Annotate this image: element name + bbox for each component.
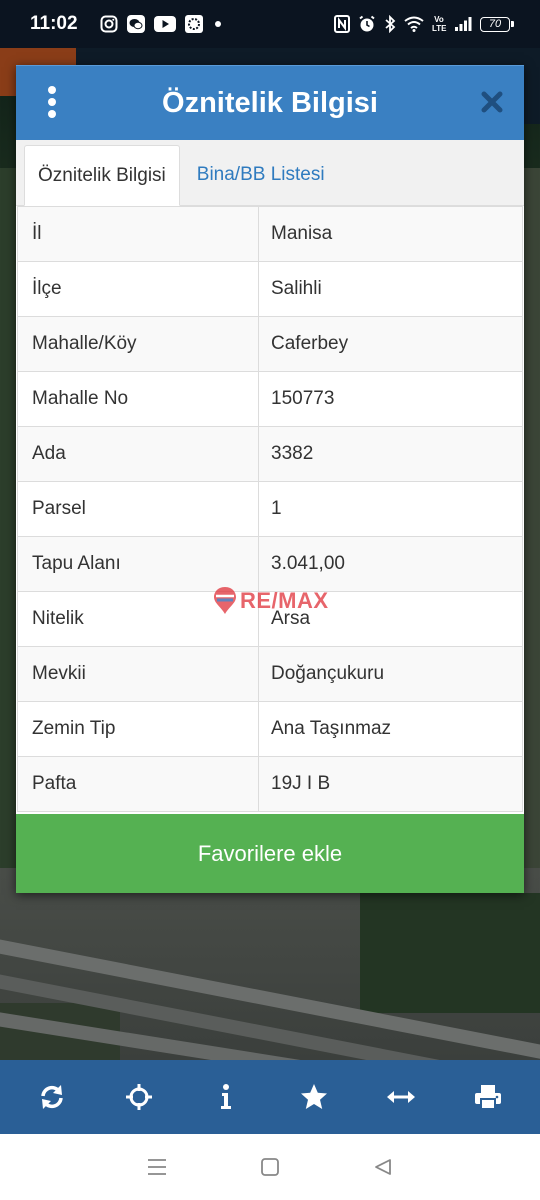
more-dot — [48, 98, 56, 106]
table-row: Mevkii Doğançukuru — [17, 646, 523, 702]
attribute-key: İl — [17, 206, 259, 262]
attribute-table: İl Manisa İlçe Salihli Mahalle/Köy Caferbey Ma… — [17, 206, 523, 812]
attribute-key: Parsel — [17, 481, 259, 537]
attribute-key: Mahalle/Köy — [17, 316, 259, 372]
network-type-label: Vo LTE — [432, 15, 447, 33]
signal-icon — [455, 17, 472, 31]
star-icon — [300, 1084, 327, 1109]
more-dot — [48, 86, 56, 94]
print-icon — [475, 1085, 502, 1110]
refresh-icon — [40, 1085, 63, 1109]
table-row: Zemin Tip Ana Taşınmaz — [17, 701, 523, 757]
info-icon — [221, 1084, 232, 1109]
instagram-icon — [100, 15, 118, 33]
attribute-key: Zemin Tip — [17, 701, 259, 757]
attribute-key: Nitelik — [17, 591, 259, 647]
dialog-header: Öznitelik Bilgisi — [16, 65, 524, 140]
attribute-value: Salihli — [258, 261, 523, 317]
measure-button[interactable] — [377, 1073, 425, 1121]
battery-level: 70 — [480, 16, 510, 32]
tab-bina-bb-listesi[interactable]: Bina/BB Listesi — [184, 144, 338, 205]
table-row: İlçe Salihli — [17, 261, 523, 317]
alarm-icon — [359, 15, 375, 32]
attribute-key: Mahalle No — [17, 371, 259, 427]
tab-oznitelik-bilgisi[interactable]: Öznitelik Bilgisi — [24, 145, 180, 206]
table-row: İl Manisa — [17, 206, 523, 262]
home-button[interactable] — [250, 1147, 290, 1187]
add-to-favorites-button[interactable]: Favorilere ekle — [16, 814, 524, 893]
measure-icon — [386, 1091, 415, 1103]
attribute-key: Tapu Alanı — [17, 536, 259, 592]
recent-apps-button[interactable] — [137, 1147, 177, 1187]
table-row: Parsel 1 — [17, 481, 523, 537]
wifi-icon — [404, 16, 424, 32]
attribute-key: Pafta — [17, 756, 259, 812]
system-icons: Vo LTE 70 — [334, 15, 514, 33]
back-icon — [375, 1159, 392, 1175]
notification-icons — [100, 15, 224, 33]
attribute-value: Manisa — [258, 206, 523, 262]
print-button[interactable] — [464, 1073, 512, 1121]
youtube-icon — [153, 16, 176, 32]
attribute-value: 3.041,00 — [258, 536, 523, 592]
favorites-button[interactable] — [290, 1073, 338, 1121]
table-row: Mahalle/Köy Caferbey — [17, 316, 523, 372]
dot-icon — [214, 21, 221, 27]
attribute-value: Doğançukuru — [258, 646, 523, 702]
table-row: Nitelik Arsa — [17, 591, 523, 647]
table-row: Tapu Alanı 3.041,00 — [17, 536, 523, 592]
attribute-value: 3382 — [258, 426, 523, 482]
menu-icon — [147, 1159, 166, 1175]
info-button[interactable] — [202, 1073, 250, 1121]
close-icon[interactable] — [478, 88, 506, 116]
status-time: 11:02 — [30, 13, 78, 34]
attribute-key: Mevkii — [17, 646, 259, 702]
attribute-value: Caferbey — [258, 316, 523, 372]
attribute-value: 1 — [258, 481, 523, 537]
back-button[interactable] — [363, 1147, 403, 1187]
refresh-button[interactable] — [28, 1073, 76, 1121]
bluetooth-icon — [385, 15, 396, 33]
locate-icon — [125, 1084, 152, 1110]
table-row: Pafta 19J I B — [17, 756, 523, 812]
battery-icon: 70 — [480, 16, 514, 32]
home-icon — [261, 1158, 279, 1176]
attribute-value: 19J I B — [258, 756, 523, 812]
dialog-tabs: Öznitelik Bilgisi Bina/BB Listesi — [16, 140, 524, 206]
status-bar: 11:02 Vo LTE 70 — [0, 0, 540, 48]
attribute-value: 150773 — [258, 371, 523, 427]
table-row: Ada 3382 — [17, 426, 523, 482]
map-toolbar — [0, 1060, 540, 1134]
attribute-value: Ana Taşınmaz — [258, 701, 523, 757]
attribute-dialog: Öznitelik Bilgisi Öznitelik Bilgisi Bina… — [16, 65, 524, 893]
app-icon — [184, 15, 203, 33]
system-navigation-bar — [0, 1134, 540, 1200]
dialog-title: Öznitelik Bilgisi — [162, 86, 378, 119]
map-field — [360, 893, 540, 1013]
attribute-key: Ada — [17, 426, 259, 482]
attribute-value: Arsa — [258, 591, 523, 647]
table-row: Mahalle No 150773 — [17, 371, 523, 427]
more-options-button[interactable] — [44, 86, 60, 118]
locate-button[interactable] — [115, 1073, 163, 1121]
nfc-icon — [334, 15, 350, 33]
more-dot — [48, 110, 56, 118]
wechat-icon — [126, 15, 145, 33]
attribute-key: İlçe — [17, 261, 259, 317]
